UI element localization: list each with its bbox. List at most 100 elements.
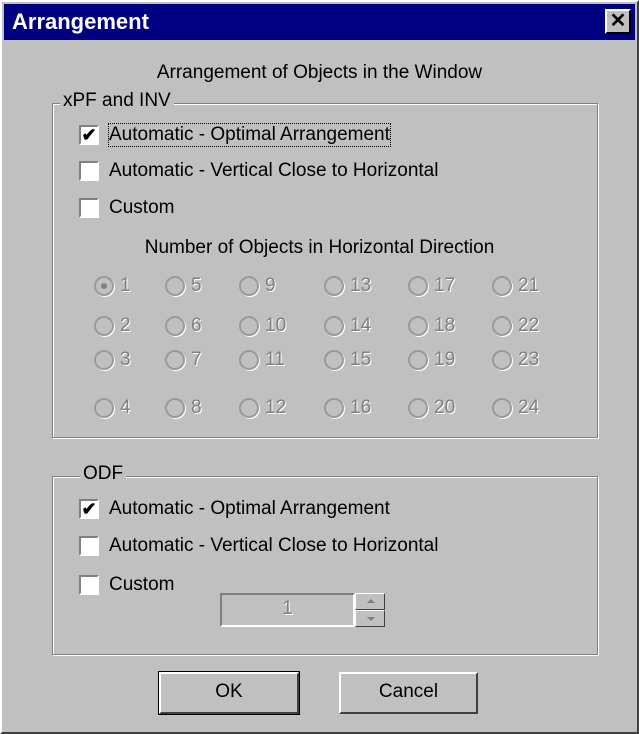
radio-option[interactable]: 9 — [239, 274, 276, 298]
odf-custom-checkbox[interactable] — [79, 575, 99, 595]
dialog-heading: Arrangement of Objects in the Window — [156, 62, 483, 83]
radio-button[interactable] — [324, 316, 344, 336]
odf-count-input[interactable]: 1 — [220, 593, 355, 627]
radio-button[interactable] — [492, 276, 512, 296]
arrow-down-icon — [367, 617, 375, 621]
radio-button[interactable] — [239, 398, 259, 418]
odf-custom-label: Custom — [109, 574, 175, 595]
xpf-inv-group — [52, 103, 598, 438]
ok-button[interactable]: OK — [158, 671, 300, 715]
xpf-custom-label: Custom — [109, 197, 175, 218]
radio-option[interactable]: 2 — [94, 314, 131, 338]
radio-option[interactable]: 21 — [492, 274, 539, 298]
radio-button[interactable] — [94, 350, 114, 370]
close-icon[interactable]: ✕ — [605, 9, 631, 34]
radio-button[interactable] — [408, 316, 428, 336]
radio-label: 3 — [120, 349, 131, 370]
radio-option[interactable]: 6 — [165, 314, 202, 338]
radio-label: 7 — [191, 349, 202, 370]
radio-label: 18 — [434, 315, 456, 336]
odf-count-spinner[interactable] — [355, 593, 385, 627]
radio-label: 23 — [518, 349, 540, 370]
radio-button[interactable] — [94, 316, 114, 336]
xpf-vertical-label: Automatic - Vertical Close to Horizontal — [109, 160, 439, 181]
radio-label: 15 — [350, 349, 372, 370]
radio-label: 14 — [350, 315, 372, 336]
radio-option[interactable]: 3 — [94, 348, 131, 372]
radio-button[interactable] — [165, 276, 185, 296]
radio-button[interactable] — [492, 350, 512, 370]
radio-option[interactable]: 1 — [94, 274, 131, 298]
arrangement-dialog: Arrangement ✕ Arrangement of Objects in … — [0, 0, 639, 734]
odf-optimal-checkbox[interactable]: ✔ — [79, 499, 99, 519]
radio-button[interactable] — [165, 350, 185, 370]
radio-option[interactable]: 8 — [165, 396, 202, 420]
radio-label: 8 — [191, 397, 202, 418]
xpf-option-custom[interactable]: Custom — [79, 195, 174, 221]
radio-label: 19 — [434, 349, 456, 370]
window-title: Arrangement — [12, 9, 149, 34]
radio-button[interactable] — [492, 316, 512, 336]
radio-button[interactable] — [239, 276, 259, 296]
radio-option[interactable]: 20 — [408, 396, 455, 420]
odf-option-optimal[interactable]: ✔ Automatic - Optimal Arrangement — [79, 496, 390, 522]
odf-vertical-label: Automatic - Vertical Close to Horizontal — [109, 535, 439, 556]
radio-button[interactable] — [408, 276, 428, 296]
radio-option[interactable]: 7 — [165, 348, 202, 372]
radio-button[interactable] — [408, 398, 428, 418]
radio-option[interactable]: 18 — [408, 314, 455, 338]
xpf-optimal-checkbox[interactable]: ✔ — [79, 125, 99, 145]
xpf-custom-checkbox[interactable] — [79, 198, 99, 218]
spin-down-button[interactable] — [355, 610, 385, 627]
title-bar[interactable]: Arrangement ✕ — [4, 4, 635, 40]
radio-button[interactable] — [324, 398, 344, 418]
radio-button[interactable] — [94, 276, 114, 296]
radio-label: 4 — [120, 397, 131, 418]
cancel-button[interactable]: Cancel — [339, 672, 478, 714]
odf-option-vertical[interactable]: Automatic - Vertical Close to Horizontal — [79, 533, 438, 559]
arrow-up-icon — [367, 599, 375, 603]
radio-button[interactable] — [239, 350, 259, 370]
radio-selected-dot — [101, 283, 107, 289]
radio-option[interactable]: 17 — [408, 274, 455, 298]
radio-option[interactable]: 16 — [324, 396, 371, 420]
radio-button[interactable] — [324, 276, 344, 296]
radio-option[interactable]: 15 — [324, 348, 371, 372]
radio-label: 13 — [350, 275, 372, 296]
radio-button[interactable] — [94, 398, 114, 418]
odf-legend: ODF — [80, 463, 127, 485]
odf-vertical-checkbox[interactable] — [79, 536, 99, 556]
radio-option[interactable]: 11 — [239, 348, 285, 372]
radio-option[interactable]: 10 — [239, 314, 286, 338]
xpf-option-optimal[interactable]: ✔ Automatic - Optimal Arrangement — [79, 122, 391, 148]
radio-label: 1 — [120, 275, 131, 296]
radio-button[interactable] — [165, 316, 185, 336]
radio-button[interactable] — [408, 350, 428, 370]
radio-label: 5 — [191, 275, 202, 296]
radio-option[interactable]: 13 — [324, 274, 371, 298]
radio-option[interactable]: 5 — [165, 274, 202, 298]
radio-label: 17 — [434, 275, 456, 296]
odf-optimal-label: Automatic - Optimal Arrangement — [109, 498, 390, 519]
radio-label: 11 — [265, 349, 285, 370]
radio-option[interactable]: 19 — [408, 348, 455, 372]
radio-option[interactable]: 12 — [239, 396, 286, 420]
radio-button[interactable] — [239, 316, 259, 336]
number-of-objects-label: Number of Objects in Horizontal Directio… — [144, 237, 495, 258]
radio-option[interactable]: 23 — [492, 348, 539, 372]
xpf-option-vertical[interactable]: Automatic - Vertical Close to Horizontal — [79, 158, 438, 184]
radio-label: 21 — [518, 275, 540, 296]
radio-label: 16 — [350, 397, 372, 418]
radio-button[interactable] — [165, 398, 185, 418]
radio-button[interactable] — [492, 398, 512, 418]
xpf-optimal-label: Automatic - Optimal Arrangement — [108, 123, 391, 147]
spin-up-button[interactable] — [355, 593, 385, 610]
radio-option[interactable]: 4 — [94, 396, 131, 420]
radio-button[interactable] — [324, 350, 344, 370]
radio-option[interactable]: 14 — [324, 314, 371, 338]
xpf-inv-legend: xPF and INV — [60, 90, 174, 112]
xpf-vertical-checkbox[interactable] — [79, 161, 99, 181]
radio-option[interactable]: 22 — [492, 314, 539, 338]
radio-option[interactable]: 24 — [492, 396, 539, 420]
odf-option-custom[interactable]: Custom — [79, 572, 174, 598]
